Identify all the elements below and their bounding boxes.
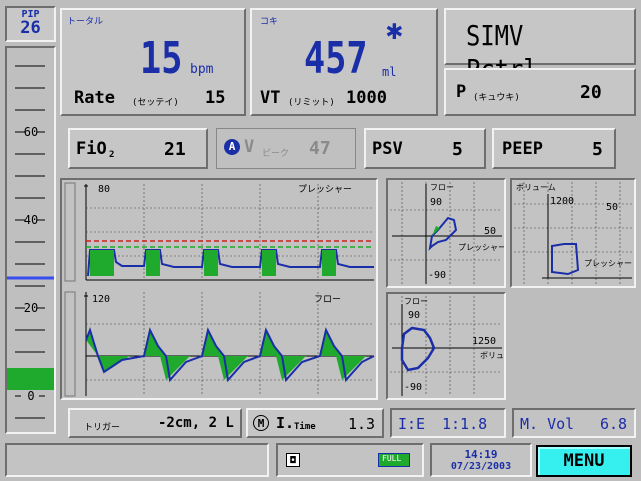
fv-y-val: 90: [408, 310, 420, 321]
flow-scale-bar: [64, 291, 76, 397]
vp-loop-curve: [551, 243, 580, 276]
peak-value: 47: [309, 138, 331, 159]
mvol-label: M. Vol: [520, 415, 575, 433]
rate-set-value[interactable]: 15: [205, 88, 225, 108]
pressure-scale-bar: [64, 182, 76, 282]
battery-label: FULL: [382, 454, 402, 463]
vt-set-label: VT: [260, 88, 281, 108]
vp-y-label: ボリューム: [516, 183, 556, 192]
clock-time: 14:19: [464, 448, 498, 461]
pip-gauge: 60 40 20 0: [5, 46, 56, 434]
fv-y-neg: -90: [404, 382, 422, 393]
fv-x-val: 1250: [472, 336, 496, 347]
peep-label: PEEP: [502, 139, 543, 159]
itime-label: I.: [276, 414, 295, 432]
flow-max: 120: [92, 294, 110, 305]
peak-flow-setting[interactable]: A V ピーク 47: [216, 128, 356, 169]
ie-label: I:E: [398, 415, 426, 433]
trigger-setting[interactable]: トリガー -2cm, 2 L: [68, 408, 242, 438]
fp-y-neg: -90: [428, 270, 446, 281]
p-label: P: [456, 82, 467, 102]
fio2-value: 21: [164, 139, 186, 160]
pip-gauge-scale: 60 40 20 0: [7, 65, 54, 419]
clock-date: 07/23/2003: [450, 461, 512, 472]
mode-panel[interactable]: SIMV Pctrl: [444, 8, 636, 86]
fio2-label: FiO: [76, 139, 107, 159]
mvol-display: M. Vol 6.8: [512, 408, 636, 438]
rate-set-sub: (セッテイ): [132, 98, 179, 108]
peep-setting[interactable]: PEEP 5: [492, 128, 616, 169]
vp-x-val: 50: [606, 202, 618, 213]
p-panel[interactable]: P (キュウキ) 20: [444, 68, 636, 116]
pip-tick-0: 0: [27, 389, 34, 403]
ac-plug-icon: ◘: [286, 453, 300, 467]
fan-icon: ✱: [386, 13, 403, 46]
trigger-value: -2cm, 2 L: [158, 415, 234, 431]
rate-set-label: Rate: [74, 88, 115, 108]
ie-value: 1:1.8: [442, 415, 488, 433]
vt-set-value[interactable]: 1000: [346, 88, 387, 108]
psv-value: 5: [452, 139, 463, 160]
clock: 14:19 07/23/2003: [430, 443, 532, 477]
pip-display: PIP 26: [5, 6, 56, 42]
fp-x-label: プレッシャー: [458, 243, 504, 252]
fio2-setting[interactable]: FiO 2 21: [68, 128, 208, 169]
rate-title: トータル: [67, 17, 104, 27]
auto-badge-icon: A: [224, 139, 240, 155]
psv-label: PSV: [372, 139, 403, 159]
pip-level-bar: [7, 368, 54, 390]
waveform-panel: 80 プレッシャー 120 フロー: [60, 178, 378, 400]
power-status: ◘ FULL: [276, 443, 424, 477]
fp-x-val: 50: [484, 226, 496, 237]
p-sub: (キュウキ): [473, 93, 520, 103]
psv-setting[interactable]: PSV 5: [364, 128, 486, 169]
fv-y-label: フロー: [404, 297, 428, 306]
vt-value: 457: [304, 33, 368, 84]
message-area: [5, 443, 269, 477]
pip-value: 26: [20, 18, 41, 38]
itime-setting[interactable]: M I. Time 1.3: [246, 408, 384, 438]
menu-button[interactable]: MENU: [536, 445, 632, 477]
vt-title: コキ: [260, 17, 279, 27]
flow-volume-loop: フロー 90 -90 1250 ボリューム: [386, 292, 520, 400]
vp-y-val: 1200: [550, 196, 574, 207]
rate-unit: bpm: [190, 62, 214, 77]
fio2-sub: 2: [109, 150, 115, 160]
peak-sub: ピーク: [262, 149, 290, 159]
waveform-graphs: 80 プレッシャー 120 フロー: [64, 182, 375, 397]
vt-panel: コキ ✱ 457 ml VT (リミット) 1000: [250, 8, 438, 116]
trigger-label: トリガー: [84, 423, 121, 433]
fv-x-label: ボリューム: [480, 351, 504, 360]
flow-pressure-loop: フロー 90 -90 50 プレッシャー: [386, 178, 506, 288]
pip-tick-40: 40: [24, 213, 38, 227]
flow-waveform: [85, 326, 375, 383]
ie-display: I:E 1:1.8: [390, 408, 506, 438]
vt-set-sub: (リミット): [288, 98, 335, 108]
pressure-waveform: [87, 249, 374, 277]
vp-x-label: プレッシャー: [584, 259, 632, 268]
volume-pressure-loop: ボリューム 1200 50 プレッシャー: [510, 178, 636, 288]
rate-value: 15: [140, 33, 183, 84]
itime-sub: Time: [294, 422, 316, 432]
peak-label: V: [244, 137, 255, 157]
itime-value: 1.3: [348, 415, 376, 433]
pip-tick-60: 60: [24, 125, 38, 139]
pip-tick-20: 20: [24, 301, 38, 315]
rate-panel: トータル 15 bpm Rate (セッテイ) 15: [60, 8, 246, 116]
menu-label: MENU: [563, 451, 605, 471]
vt-unit: ml: [382, 65, 397, 79]
fp-y-label: フロー: [430, 183, 454, 192]
p-value: 20: [580, 82, 602, 103]
pressure-max: 80: [98, 184, 110, 195]
fv-loop-curve: [400, 326, 436, 372]
fp-y-val: 90: [430, 197, 442, 208]
pressure-label: プレッシャー: [298, 184, 352, 195]
mvol-value: 6.8: [600, 415, 628, 433]
peep-value: 5: [592, 139, 603, 160]
manual-badge-icon: M: [253, 415, 269, 431]
